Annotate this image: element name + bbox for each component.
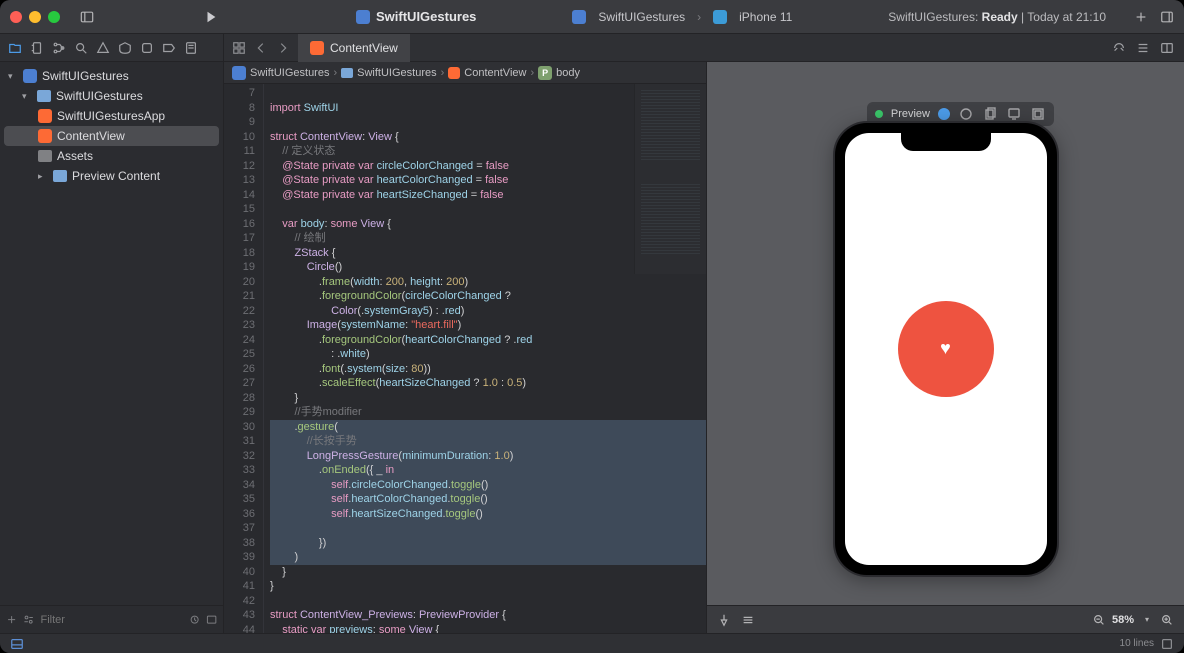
window-minimize-button[interactable]: [29, 11, 41, 23]
lines-toggle-icon[interactable]: [1160, 637, 1174, 651]
add-editor-icon[interactable]: [1160, 41, 1174, 55]
breakpoint-navigator-icon[interactable]: [162, 41, 176, 55]
sidebar-toggle-icon[interactable]: [80, 10, 94, 24]
canvas-footer: 58% ▾: [707, 605, 1184, 633]
debug-navigator-icon[interactable]: [140, 41, 154, 55]
test-navigator-icon[interactable]: [118, 41, 132, 55]
window-zoom-button[interactable]: [48, 11, 60, 23]
jump-bar[interactable]: SwiftUIGestures› SwiftUIGestures› Conten…: [224, 62, 706, 84]
debug-area-toggle-icon[interactable]: [10, 637, 24, 651]
minimap[interactable]: [634, 84, 706, 274]
adjust-editor-icon[interactable]: [1136, 41, 1150, 55]
swift-file-icon: [38, 129, 52, 143]
selection-lines: 10 lines: [1120, 638, 1154, 649]
preview-list-icon[interactable]: [741, 613, 755, 627]
filter-icon[interactable]: [23, 613, 34, 627]
chevron-down-icon[interactable]: ▾: [1140, 613, 1154, 627]
project-name: SwiftUIGestures: [376, 9, 476, 24]
forward-icon[interactable]: [276, 41, 290, 55]
device-screen[interactable]: ♥: [845, 133, 1047, 565]
swift-file-icon: [448, 67, 460, 79]
swift-file-icon: [310, 41, 324, 55]
file-swiftuigesturesapp[interactable]: SwiftUIGesturesApp: [0, 106, 223, 126]
live-preview-button[interactable]: [938, 108, 950, 120]
library-icon[interactable]: [1160, 10, 1174, 24]
swift-file-icon: [38, 109, 52, 123]
preview-device-icon[interactable]: [1006, 106, 1022, 122]
zoom-in-icon[interactable]: [1160, 613, 1174, 627]
report-navigator-icon[interactable]: [184, 41, 198, 55]
tab-contentview[interactable]: ContentView: [298, 34, 410, 62]
pin-preview-icon[interactable]: [717, 613, 731, 627]
code-editor[interactable]: 7891011121314151617181920212223242526272…: [224, 84, 706, 633]
device-icon: [713, 10, 727, 24]
preview-settings-icon[interactable]: [1030, 106, 1046, 122]
file-contentview[interactable]: ContentView: [4, 126, 219, 146]
zoom-out-icon[interactable]: [1092, 613, 1106, 627]
add-icon[interactable]: [1134, 10, 1148, 24]
symbol-navigator-icon[interactable]: [52, 41, 66, 55]
scheme-app-icon: [572, 10, 586, 24]
preview-duplicate-icon[interactable]: [982, 106, 998, 122]
window-close-button[interactable]: [10, 11, 22, 23]
line-gutter: 7891011121314151617181920212223242526272…: [224, 84, 264, 633]
zoom-level[interactable]: 58%: [1112, 614, 1134, 626]
heart-icon: ♥: [940, 338, 951, 359]
tool-bar: ContentView: [0, 34, 1184, 62]
status-bar: 10 lines: [0, 633, 1184, 653]
assets-item[interactable]: Assets: [0, 146, 223, 166]
navigator-sidebar: ▾SwiftUIGestures ▾SwiftUIGestures SwiftU…: [0, 62, 224, 633]
project-root[interactable]: ▾SwiftUIGestures: [0, 66, 223, 86]
run-button-icon[interactable]: [204, 10, 218, 24]
back-icon[interactable]: [254, 41, 268, 55]
property-badge-icon: P: [538, 66, 552, 80]
folder-icon: [37, 90, 51, 102]
project-navigator-icon[interactable]: [8, 41, 22, 55]
preview-label: Preview: [891, 108, 930, 120]
device-notch: [901, 133, 991, 151]
group-folder[interactable]: ▾SwiftUIGestures: [0, 86, 223, 106]
folder-icon: [53, 170, 67, 182]
title-bar: SwiftUIGestures SwiftUIGestures › iPhone…: [0, 0, 1184, 34]
red-circle: ♥: [898, 301, 994, 397]
scm-filter-icon[interactable]: [206, 613, 217, 627]
folder-icon: [341, 68, 353, 78]
navigator-filter-bar: [0, 605, 223, 633]
live-indicator-icon: [875, 110, 883, 118]
device-frame: ♥: [835, 123, 1057, 575]
issue-navigator-icon[interactable]: [96, 41, 110, 55]
scheme-name[interactable]: SwiftUIGestures: [598, 10, 685, 24]
canvas-preview: Preview ♥: [706, 62, 1184, 633]
activity-status: SwiftUIGestures: Ready | Today at 21:10: [888, 10, 1106, 24]
source-control-navigator-icon[interactable]: [30, 41, 44, 55]
project-icon: [23, 69, 37, 83]
filter-input[interactable]: [41, 614, 183, 626]
tab-label: ContentView: [330, 41, 398, 55]
preview-content-folder[interactable]: ▸Preview Content: [0, 166, 223, 186]
find-navigator-icon[interactable]: [74, 41, 88, 55]
add-file-icon[interactable]: [6, 613, 17, 627]
review-icon[interactable]: [1112, 41, 1126, 55]
recent-filter-icon[interactable]: [189, 613, 200, 627]
related-items-icon[interactable]: [232, 41, 246, 55]
app-icon: [356, 10, 370, 24]
assets-icon: [38, 150, 52, 162]
project-icon: [232, 66, 246, 80]
run-destination[interactable]: iPhone 11: [739, 10, 792, 24]
preview-inspect-icon[interactable]: [958, 106, 974, 122]
